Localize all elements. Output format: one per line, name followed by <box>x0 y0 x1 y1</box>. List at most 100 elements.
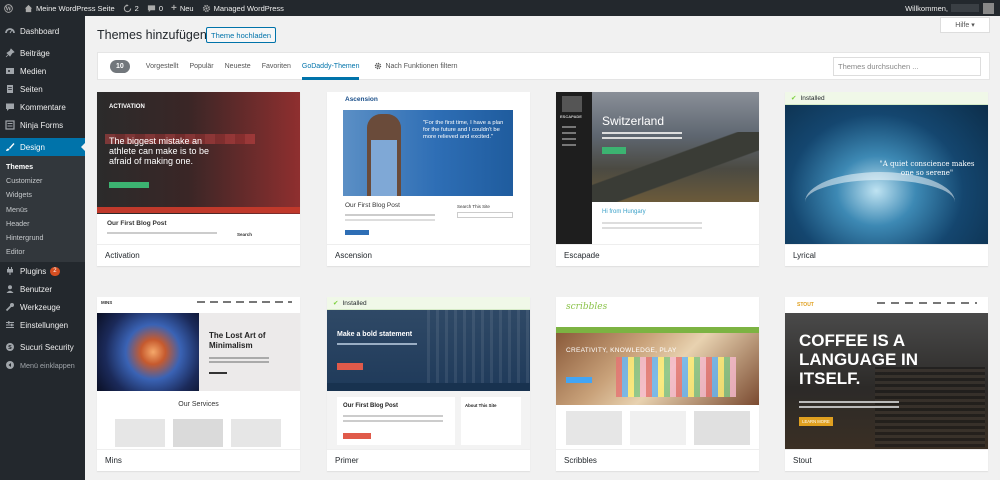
theme-card-primer[interactable]: ✔ Installed Make a bold statement Our Fir… <box>327 297 530 471</box>
sidebar-item-settings[interactable]: Einstellungen <box>0 316 85 334</box>
preview-widget: Search <box>237 232 253 237</box>
installed-label: Installed <box>800 94 825 102</box>
tab-popular[interactable]: Populär <box>189 52 213 80</box>
comments-count: 0 <box>158 3 163 13</box>
installed-badge: ✔ Installed <box>327 297 530 310</box>
preview-brand: ACTIVATION <box>109 104 145 110</box>
preview-brand: STOUT <box>797 302 814 308</box>
avatar <box>983 2 994 14</box>
installed-label: Installed <box>342 299 367 307</box>
sidebar-item-ninja-forms[interactable]: Ninja Forms <box>0 116 85 134</box>
gear-icon <box>202 4 210 12</box>
plug-icon <box>7 267 13 276</box>
preview-widget: Search This Site <box>457 204 490 209</box>
sidebar-item-comments[interactable]: Kommentare <box>0 98 85 116</box>
theme-name: Primer <box>327 449 530 471</box>
preview-brand: ESCAPADE <box>560 114 582 119</box>
theme-card-activation[interactable]: ACTIVATION The biggest mistake an athlet… <box>97 92 300 266</box>
theme-name: Ascension <box>327 244 530 266</box>
preview-headline: COFFEE IS A LANGUAGE IN ITSELF. <box>799 331 918 388</box>
comment-icon <box>147 4 155 12</box>
managed-wordpress-link[interactable]: Managed WordPress <box>202 4 284 13</box>
sidebar-item-design[interactable]: Design <box>0 138 85 156</box>
theme-name: Scribbles <box>556 449 759 471</box>
preview-headline: "A quiet conscience makes one so serene" <box>879 160 975 177</box>
settings-icon <box>6 321 14 329</box>
sidebar-item-sucuri[interactable]: S Sucuri Security <box>0 338 85 356</box>
submenu-item-header[interactable]: Header <box>0 216 85 230</box>
collapse-label: Menü einklappen <box>20 360 75 370</box>
preview-post-title: Our First Blog Post <box>345 202 400 209</box>
theme-name: Stout <box>785 449 988 471</box>
new-label: Neu <box>179 3 194 13</box>
checkmark-icon: ✔ <box>791 95 797 102</box>
checkmark-icon: ✔ <box>333 300 339 307</box>
sidebar-item-posts[interactable]: Beiträge <box>0 44 85 62</box>
updates-link[interactable]: 2 <box>123 4 139 13</box>
brush-icon <box>6 143 15 151</box>
theme-name: Mins <box>97 449 300 471</box>
dashboard-icon <box>5 28 15 34</box>
theme-card-ascension[interactable]: Ascension "For the first time, I have a … <box>327 92 530 266</box>
submenu-item-customizer[interactable]: Customizer <box>0 173 85 187</box>
theme-card-stout[interactable]: STOUT COFFEE IS A LANGUAGE IN ITSELF. LE… <box>785 297 988 471</box>
sidebar-item-tools[interactable]: Werkzeuge <box>0 298 85 316</box>
tab-godaddy-themes[interactable]: GoDaddy-Themen <box>301 52 360 80</box>
theme-screenshot: ESCAPADE Switzerland Hi from Hungary <box>556 92 759 244</box>
plus-icon: + <box>171 2 177 14</box>
preview-post-title: Our First Blog Post <box>343 403 399 409</box>
theme-card-scribbles[interactable]: scribbles CREATIVITY, KNOWLEDGE, PLAY Sc… <box>556 297 759 471</box>
preview-cta: LEARN MORE <box>799 417 833 426</box>
preview-headline: The Lost Art of Minimalism <box>209 331 266 350</box>
home-icon <box>24 4 33 12</box>
sidebar-label-design: Design <box>20 142 45 152</box>
refresh-icon <box>123 3 131 12</box>
theme-filter-bar: 10 Vorgestellt Populär Neueste Favoriten… <box>97 52 990 80</box>
sidebar-item-dashboard[interactable]: Dashboard <box>0 22 85 40</box>
theme-screenshot: MINS The Lost Art of Minimalism Our Serv… <box>97 297 300 449</box>
tab-latest[interactable]: Neueste <box>225 52 251 80</box>
submenu-item-menus[interactable]: Menüs <box>0 202 85 216</box>
design-submenu: Themes Customizer Widgets Menüs Header H… <box>0 156 85 263</box>
sidebar-label-tools: Werkzeuge <box>20 302 61 312</box>
theme-card-escapade[interactable]: ESCAPADE Switzerland Hi from Hungary Esc… <box>556 92 759 266</box>
sidebar-item-plugins[interactable]: Plugins 2 <box>0 262 85 280</box>
submenu-item-editor[interactable]: Editor <box>0 245 85 259</box>
sidebar-item-media[interactable]: Medien <box>0 62 85 80</box>
help-button[interactable]: Hilfe ▾ <box>940 17 990 33</box>
sidebar-item-users[interactable]: Benutzer <box>0 280 85 298</box>
sidebar-label-sucuri: Sucuri Security <box>20 342 74 352</box>
feature-filter-button[interactable]: Nach Funktionen filtern <box>374 62 457 70</box>
sucuri-icon: S <box>6 343 14 352</box>
account-menu[interactable]: Willkommen, <box>905 0 994 16</box>
preview-brand: scribbles <box>566 302 608 312</box>
feature-filter-label: Nach Funktionen filtern <box>385 62 458 70</box>
theme-count: 10 <box>110 59 130 73</box>
wordpress-logo-icon[interactable]: W <box>4 3 16 13</box>
submenu-item-themes[interactable]: Themes <box>0 159 85 173</box>
submenu-item-widgets[interactable]: Widgets <box>0 188 85 202</box>
sidebar-label-media: Medien <box>20 66 47 76</box>
theme-card-lyrical[interactable]: ✔ Installed "A quiet conscience makes one… <box>785 92 988 266</box>
preview-headline: Switzerland <box>602 114 665 128</box>
preview-headline: CREATIVITY, KNOWLEDGE, PLAY <box>566 347 677 354</box>
preview-post-title: Our First Blog Post <box>107 220 167 227</box>
preview-section: Our Services <box>178 401 219 408</box>
theme-card-mins[interactable]: MINS The Lost Art of Minimalism Our Serv… <box>97 297 300 471</box>
username-redacted <box>951 4 979 12</box>
sidebar-item-pages[interactable]: Seiten <box>0 80 85 98</box>
tab-featured[interactable]: Vorgestellt <box>146 52 179 80</box>
sidebar-label-ninja-forms: Ninja Forms <box>20 120 64 130</box>
theme-screenshot: ACTIVATION The biggest mistake an athlet… <box>97 92 300 244</box>
site-name-link[interactable]: Meine WordPress Seite <box>24 4 115 13</box>
theme-search-input[interactable] <box>833 57 981 76</box>
comments-link[interactable]: 0 <box>147 4 163 13</box>
gear-icon <box>375 62 382 70</box>
tab-favorites[interactable]: Favoriten <box>262 52 291 80</box>
new-content-link[interactable]: + Neu <box>171 3 194 14</box>
collapse-menu-button[interactable]: Menü einklappen <box>0 356 85 374</box>
upload-theme-button[interactable]: Theme hochladen <box>206 27 277 43</box>
sidebar-label-pages: Seiten <box>20 84 43 94</box>
installed-badge: ✔ Installed <box>785 92 988 105</box>
submenu-item-background[interactable]: Hintergrund <box>0 230 85 244</box>
